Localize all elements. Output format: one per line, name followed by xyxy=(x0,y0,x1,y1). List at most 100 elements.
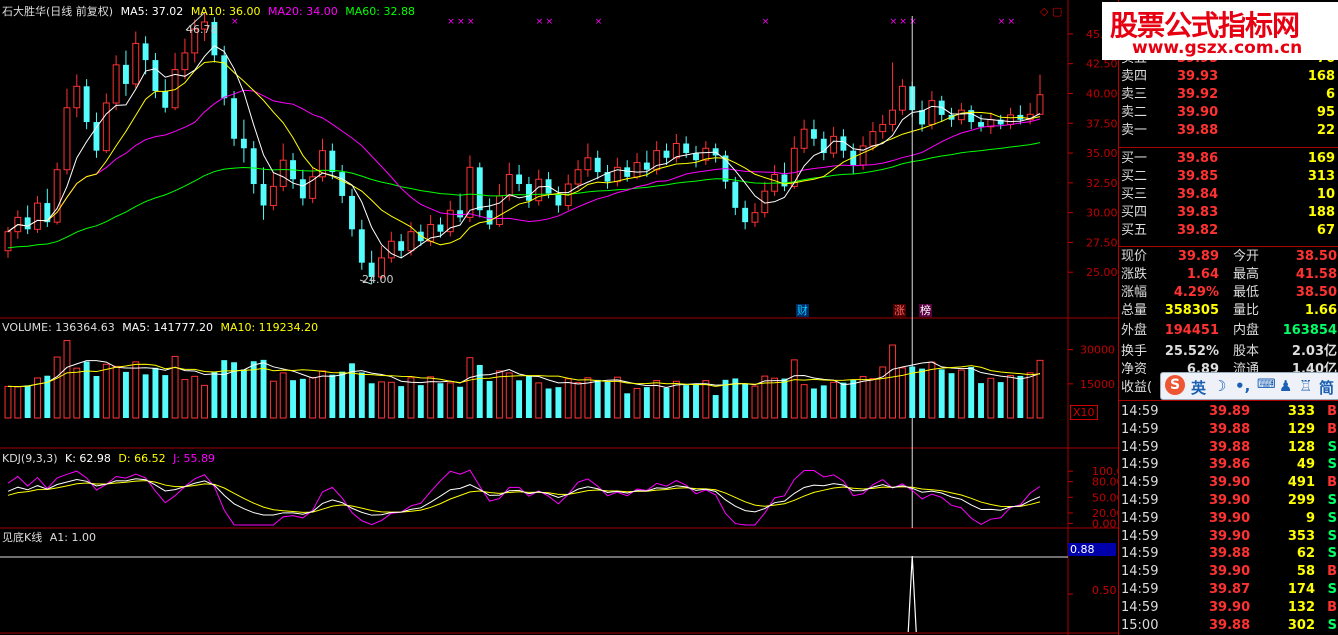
bid-row[interactable]: 买五 39.82 67 xyxy=(1119,222,1338,240)
stat-row: 涨幅 4.29% 最低 38.50 xyxy=(1119,284,1338,302)
tick-time: 14:59 xyxy=(1121,564,1159,580)
volume-bar xyxy=(329,374,336,418)
tick-volume: 9 xyxy=(1305,510,1315,526)
ime-punct-icon[interactable]: •, xyxy=(1235,377,1250,395)
volume-bar xyxy=(486,380,493,418)
ime-moon-icon[interactable]: ☽ xyxy=(1213,377,1226,395)
bid-row[interactable]: 买二 39.85 313 xyxy=(1119,168,1338,186)
event-tag-finance[interactable]: 财 xyxy=(796,304,809,317)
candle-body xyxy=(358,229,365,263)
volume-bar xyxy=(299,378,306,418)
candle-body xyxy=(132,42,140,85)
chart-canvas[interactable]: 45.0042.5040.0037.5035.0032.5030.0027.50… xyxy=(0,0,1118,635)
tick-time: 14:59 xyxy=(1121,439,1159,455)
tick-side: S xyxy=(1327,617,1337,633)
bid-level-label: 买四 xyxy=(1121,205,1148,220)
tick-row[interactable]: 14:59 39.88 62 S xyxy=(1119,545,1338,563)
bid-price: 39.84 xyxy=(1177,187,1219,202)
volume-bar xyxy=(309,376,317,419)
ime-user-icon[interactable]: ♟ xyxy=(1279,377,1292,395)
tick-row[interactable]: 14:59 39.90 353 S xyxy=(1119,528,1338,546)
candle-body xyxy=(672,143,680,159)
tick-row[interactable]: 14:59 39.88 128 S xyxy=(1119,439,1338,457)
ma20-label: MA20: 34.00 xyxy=(268,5,338,18)
chart-area[interactable]: 45.0042.5040.0037.5035.0032.5030.0027.50… xyxy=(0,0,1118,635)
volume-bar xyxy=(810,388,817,418)
tick-volume: 132 xyxy=(1287,599,1315,615)
stat-value-2: 38.50 xyxy=(1295,249,1337,264)
tick-side: S xyxy=(1327,457,1337,473)
volume-unit: X10 xyxy=(1070,405,1098,420)
ime-toolbar[interactable]: S 英 ☽ •, ⌨ ♟ ♖ 简 xyxy=(1160,372,1338,400)
volume-bar xyxy=(850,379,857,418)
tick-row[interactable]: 14:59 39.86 49 S xyxy=(1119,456,1338,474)
stat-label-2: 股本 xyxy=(1233,344,1260,359)
volume-bar xyxy=(545,388,552,418)
event-tag-ranking[interactable]: 榜 xyxy=(919,304,932,317)
volume-bar xyxy=(672,380,680,419)
candle-body xyxy=(279,159,287,187)
candle-body xyxy=(555,193,562,206)
ma60-line xyxy=(7,142,1041,249)
pane-toggle-icons[interactable]: ◇ ▢ xyxy=(1040,5,1062,18)
volume-bar xyxy=(800,384,808,419)
kdj-j-line xyxy=(7,469,1041,526)
event-marker-icon: × xyxy=(909,17,917,27)
ime-keyboard-icon[interactable]: ⌨ xyxy=(1257,377,1276,392)
divider xyxy=(1119,246,1338,247)
tick-row[interactable]: 14:59 39.87 174 S xyxy=(1119,581,1338,599)
ime-logo-icon[interactable]: S xyxy=(1165,375,1185,395)
tick-row[interactable]: 14:59 39.90 299 S xyxy=(1119,492,1338,510)
event-marker-icon: × xyxy=(1008,17,1016,27)
tick-row[interactable]: 14:59 39.90 58 B xyxy=(1119,563,1338,581)
candle-body xyxy=(231,98,238,139)
event-tag-limit-up[interactable]: 涨 xyxy=(893,304,906,317)
ask-level-label: 卖一 xyxy=(1121,123,1148,138)
stat-value-2: 38.50 xyxy=(1295,285,1337,300)
volume-bar xyxy=(594,379,601,418)
volume-bar xyxy=(771,377,779,419)
ask-row[interactable]: 卖三 39.92 6 xyxy=(1119,86,1338,104)
bid-level-label: 买三 xyxy=(1121,187,1148,202)
tick-time: 14:59 xyxy=(1121,457,1159,473)
ask-volume: 6 xyxy=(1325,87,1335,102)
bid-price: 39.85 xyxy=(1177,169,1219,184)
volume-bar xyxy=(987,377,995,419)
ime-shirt-icon[interactable]: ♖ xyxy=(1299,377,1312,395)
ask-price: 39.88 xyxy=(1177,123,1219,138)
volume-bar xyxy=(859,375,867,419)
candle-body xyxy=(928,100,936,125)
ask-price: 39.92 xyxy=(1177,87,1219,102)
ime-lang-toggle[interactable]: 英 xyxy=(1191,377,1206,398)
stat-value: 358305 xyxy=(1164,303,1219,318)
tick-row[interactable]: 14:59 39.90 491 B xyxy=(1119,474,1338,492)
stat-label: 换手 xyxy=(1121,344,1148,359)
volume-bar xyxy=(240,369,247,418)
stat-label: 现价 xyxy=(1121,249,1148,264)
tick-row[interactable]: 14:59 39.88 129 B xyxy=(1119,421,1338,439)
volume-bar xyxy=(702,380,710,419)
tick-side: B xyxy=(1327,475,1337,491)
tick-row[interactable]: 15:00 39.88 302 S xyxy=(1119,617,1338,635)
price-tick-label: 35.00 xyxy=(1086,147,1118,160)
bid-row[interactable]: 买三 39.84 10 xyxy=(1119,186,1338,204)
tick-row[interactable]: 14:59 39.90 9 S xyxy=(1119,510,1338,528)
bid-row[interactable]: 买四 39.83 188 xyxy=(1119,204,1338,222)
tick-row[interactable]: 14:59 39.89 333 B xyxy=(1119,403,1338,421)
tick-row[interactable]: 14:59 39.90 132 B xyxy=(1119,599,1338,617)
ask-row[interactable]: 卖一 39.88 22 xyxy=(1119,122,1338,140)
signal-tick-050: 0.50 xyxy=(1092,584,1117,597)
volume-bar xyxy=(997,382,1004,418)
ask-row[interactable]: 卖四 39.93 168 xyxy=(1119,68,1338,86)
stat-value-2: 1.66 xyxy=(1304,303,1337,318)
ime-simplified-toggle[interactable]: 简 xyxy=(1319,377,1334,398)
tick-volume: 491 xyxy=(1287,475,1315,491)
divider xyxy=(1119,147,1338,148)
ma5-label: MA5: 37.02 xyxy=(120,5,184,18)
bid-row[interactable]: 买一 39.86 169 xyxy=(1119,150,1338,168)
ask-row[interactable]: 卖二 39.90 95 xyxy=(1119,104,1338,122)
tick-time: 14:59 xyxy=(1121,421,1159,437)
stat-value: 4.29% xyxy=(1173,285,1219,300)
tick-price: 39.89 xyxy=(1209,404,1251,419)
tick-price: 39.90 xyxy=(1209,475,1251,491)
